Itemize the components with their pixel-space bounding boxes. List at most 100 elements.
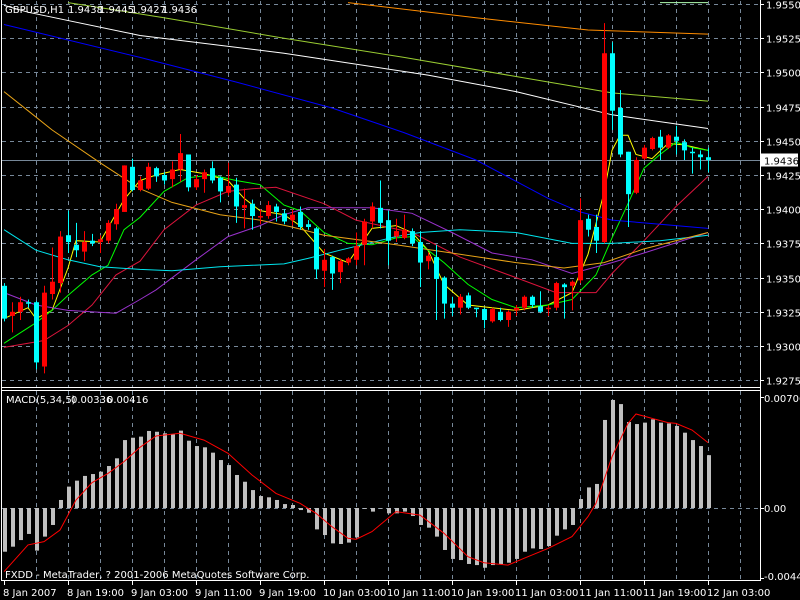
bull-candle <box>650 136 655 151</box>
candle-body <box>34 302 39 363</box>
candle-body <box>490 309 495 322</box>
bull-candle <box>82 231 87 262</box>
candle-body <box>530 296 535 305</box>
macd-histogram-bar <box>691 440 695 508</box>
candle-body <box>274 206 279 212</box>
bear-candle <box>626 151 631 227</box>
bull-candle <box>554 281 559 311</box>
candle-body <box>322 259 327 271</box>
candle-body <box>538 306 543 312</box>
macd-histogram-bar <box>179 430 183 508</box>
candle-body <box>562 284 567 288</box>
chart-ohlc-high: 1.9445 <box>99 5 134 16</box>
macd-histogram-bar <box>267 497 271 508</box>
bear-candle <box>610 42 615 130</box>
time-axis-label: 11 Jan 19:00 <box>643 588 706 599</box>
candle-body <box>594 226 599 241</box>
candle-body <box>498 311 503 321</box>
macd-histogram-bar <box>259 496 263 508</box>
price-axis-label: 1.9425 <box>766 172 800 183</box>
chart-ohlc-close: 1.9436 <box>162 5 197 16</box>
price-axis-label: 1.9300 <box>766 343 800 354</box>
bear-candle <box>210 161 215 184</box>
macd-histogram-bar <box>299 508 303 511</box>
candle-body <box>58 236 63 284</box>
bear-candle <box>594 214 599 253</box>
macd-histogram-bar <box>459 508 463 561</box>
trading-chart[interactable]: GBPUSD,H1 1.9438 1.9445 1.9427 1.9436 1.… <box>0 0 800 600</box>
candle-body <box>130 166 135 191</box>
candle-body <box>10 311 15 316</box>
bull-candle <box>242 188 247 229</box>
macd-histogram-bar <box>275 499 279 508</box>
bear-candle <box>74 222 79 258</box>
macd-histogram-bar <box>251 490 255 508</box>
bear-candle <box>586 214 591 237</box>
time-axis-label: 10 Jan 19:00 <box>451 588 514 599</box>
bear-candle <box>2 283 7 322</box>
bull-candle <box>106 220 111 244</box>
candle-body <box>658 136 663 148</box>
time-axis-label: 12 Jan 03:00 <box>707 588 770 599</box>
candle-body <box>370 206 375 222</box>
macd-histogram-bar <box>91 474 95 508</box>
candle-body <box>2 285 7 319</box>
candle-body <box>546 307 551 310</box>
macd-histogram-bar <box>699 446 703 508</box>
bull-candle <box>490 307 495 323</box>
price-pane[interactable]: GBPUSD,H1 1.9438 1.9445 1.9427 1.9436 <box>2 1 760 387</box>
price-axis-label: 1.9350 <box>766 275 800 286</box>
candle-body <box>418 242 423 263</box>
bull-candle <box>570 280 575 311</box>
macd-histogram-bar <box>43 508 47 537</box>
macd-histogram-bar <box>403 508 407 512</box>
candle-body <box>682 142 687 151</box>
macd-histogram-bar <box>211 452 215 508</box>
price-axis-label: 1.9475 <box>766 104 800 115</box>
macd-histogram-bar <box>579 499 583 508</box>
macd-histogram-bar <box>547 508 551 547</box>
bear-candle <box>66 210 71 253</box>
candle-body <box>554 283 559 308</box>
candle-body <box>610 53 615 111</box>
candle-body <box>226 185 231 193</box>
bull-candle <box>634 157 639 195</box>
macd-label: MACD(5,34,5) <box>6 395 76 406</box>
candle-body <box>514 307 519 311</box>
candle-body <box>42 292 47 367</box>
macd-histogram-bar <box>571 508 575 525</box>
macd-histogram-bar <box>291 505 295 508</box>
macd-histogram-bar <box>659 422 663 508</box>
chart-ohlc-low: 1.9427 <box>131 5 166 16</box>
macd-histogram-bar <box>635 424 639 508</box>
time-axis-label: 9 Jan 03:00 <box>131 588 188 599</box>
time-axis-label: 8 Jan 19:00 <box>67 588 124 599</box>
bear-candle <box>314 226 319 279</box>
bear-candle <box>386 210 391 266</box>
candle-body <box>178 153 183 170</box>
price-axis-label: 1.9375 <box>766 240 800 251</box>
bull-candle <box>42 285 47 374</box>
candle-body <box>66 235 71 243</box>
macd-histogram-bar <box>371 508 375 512</box>
price-axis-label: 1.9325 <box>766 309 800 320</box>
bull-candle <box>514 304 519 316</box>
price-axis-label: 1.9525 <box>766 35 800 46</box>
bear-candle <box>450 296 455 316</box>
bear-candle <box>234 177 239 223</box>
macd-histogram-bar <box>475 508 479 566</box>
macd-histogram-bar <box>155 431 159 508</box>
macd-histogram-bar <box>19 508 23 541</box>
macd-histogram-bar <box>131 437 135 508</box>
footer-copyright: FXDD - MetaTrader, ? 2001-2006 MetaQuote… <box>5 570 309 581</box>
macd-pane[interactable]: MACD(5,34,5) 0.00336 0.00416 FXDD - Meta… <box>2 391 760 581</box>
bull-candle <box>266 200 271 219</box>
candle-body <box>386 220 391 241</box>
candle-body <box>114 209 119 225</box>
macd-histogram-bar <box>51 508 55 525</box>
candle-body <box>458 296 463 308</box>
price-axis-label: 1.9550 <box>766 1 800 12</box>
bear-candle <box>378 180 383 229</box>
macd-histogram-bar <box>499 508 503 564</box>
macd-histogram-bar <box>443 508 447 550</box>
